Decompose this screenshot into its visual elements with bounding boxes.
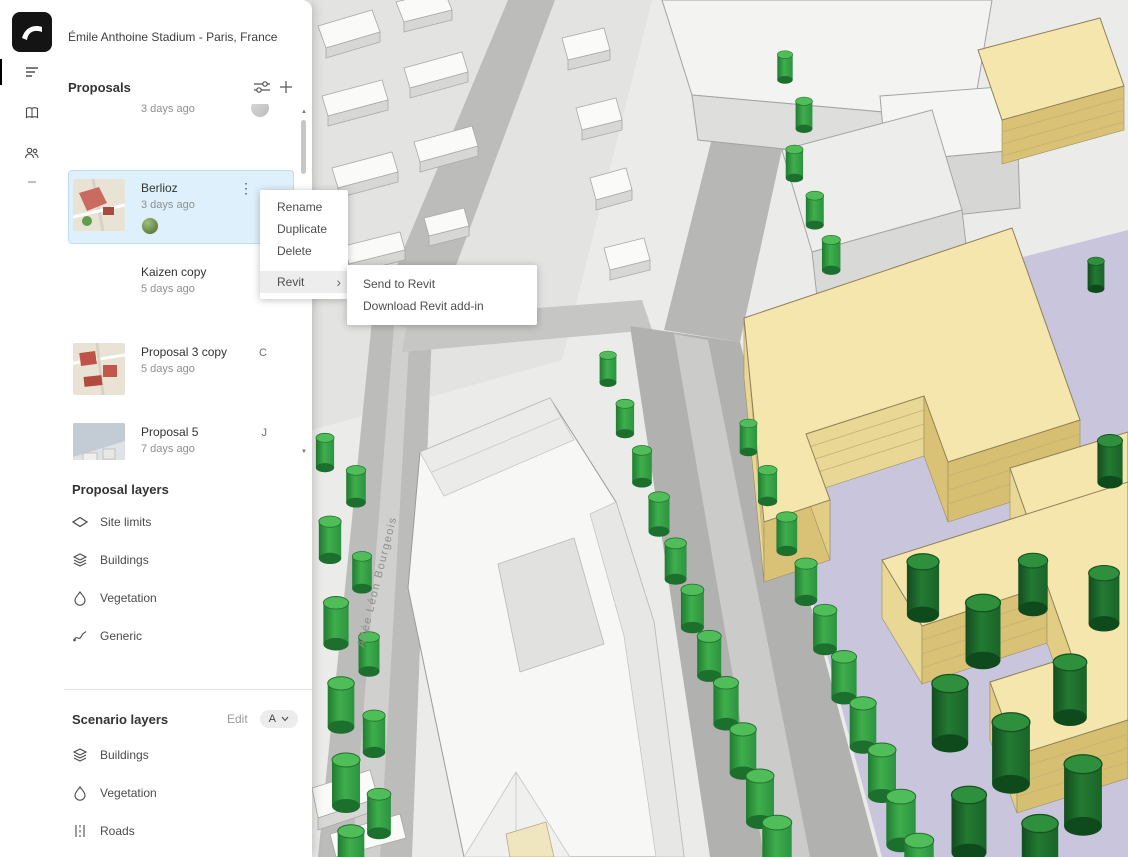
rail-item-proposals[interactable]: [0, 52, 64, 92]
scenario-selector-value: A: [269, 713, 276, 725]
forma-logo[interactable]: [12, 12, 52, 52]
chevron-down-icon: [281, 716, 289, 722]
buildings-icon: [72, 747, 88, 763]
scenario-layer-vegetation[interactable]: Vegetation: [64, 774, 312, 812]
scenario-selector[interactable]: A: [260, 710, 298, 728]
proposal-thumbnail: [73, 423, 125, 460]
context-menu: Rename Duplicate Delete Revit ›: [260, 190, 348, 299]
menu-item-rename[interactable]: Rename: [260, 196, 348, 218]
layer-label: Vegetation: [100, 591, 157, 605]
proposal-time: 7 days ago: [141, 443, 198, 455]
proposal-layers-list: Site limits Buildings Vegetation Generic: [64, 503, 312, 655]
proposal-item[interactable]: 3 days ago: [68, 104, 294, 160]
add-proposal-button[interactable]: [274, 76, 298, 98]
city-scene: Allée Léon Bourgeois: [312, 0, 1128, 857]
layer-label: Buildings: [100, 748, 149, 762]
buildings-icon: [72, 552, 88, 568]
layer-label: Site limits: [100, 515, 151, 529]
scenario-layer-buildings[interactable]: Buildings: [64, 736, 312, 774]
rail-item-library[interactable]: [0, 93, 64, 133]
avatar: [251, 104, 269, 117]
proposal-thumbnail: [73, 179, 125, 231]
menu-item-delete[interactable]: Delete: [260, 240, 348, 262]
collaborator-badge: J: [262, 427, 268, 439]
proposal-time: 5 days ago: [141, 283, 206, 295]
proposal-info: Proposal 3 copy 5 days ago: [141, 343, 227, 395]
scenario-layers-header: Scenario layers Edit A: [64, 710, 298, 728]
left-panel: Émile Anthoine Stadium - Paris, France P…: [0, 0, 312, 857]
scenario-layers-title: Scenario layers: [72, 712, 227, 727]
generic-icon: [72, 628, 88, 644]
layer-buildings[interactable]: Buildings: [64, 541, 312, 579]
layer-label: Vegetation: [100, 786, 157, 800]
scenario-layer-roads[interactable]: Roads: [64, 812, 312, 850]
vegetation-icon: [72, 590, 88, 606]
layer-label: Generic: [100, 629, 142, 643]
layer-generic[interactable]: Generic: [64, 617, 312, 655]
proposal-time: 3 days ago: [141, 104, 195, 115]
proposals-header: Proposals: [68, 76, 298, 98]
revit-submenu: Send to Revit Download Revit add-in: [347, 265, 537, 325]
layer-label: Roads: [100, 824, 135, 838]
project-title: Émile Anthoine Stadium - Paris, France: [64, 0, 312, 44]
proposal-name: Kaizen copy: [141, 265, 206, 279]
proposal-name: Proposal 3 copy: [141, 345, 227, 359]
proposal-thumbnail: [73, 343, 125, 395]
roads-icon: [72, 823, 88, 839]
proposal-layers-title: Proposal layers: [72, 482, 312, 497]
avatar: [141, 217, 159, 235]
menu-item-revit[interactable]: Revit ›: [260, 271, 348, 293]
proposal-item-proposal-5[interactable]: Proposal 5 7 days ago J: [68, 414, 294, 460]
proposal-item-proposal-3-copy[interactable]: Proposal 3 copy 5 days ago C: [68, 334, 294, 404]
filter-icon[interactable]: [250, 76, 274, 98]
chevron-right-icon: ›: [336, 271, 341, 293]
proposals-panel: Émile Anthoine Stadium - Paris, France P…: [64, 0, 312, 857]
proposal-time: 3 days ago: [141, 199, 195, 211]
proposal-thumbnail: [73, 104, 125, 151]
proposal-info: Proposal 5 7 days ago: [141, 423, 198, 460]
collaborator-badge: C: [259, 347, 267, 359]
more-options-icon[interactable]: ⋮: [239, 181, 253, 195]
proposals-title: Proposals: [68, 80, 250, 95]
vegetation-icon: [72, 785, 88, 801]
layer-site-limits[interactable]: Site limits: [64, 503, 312, 541]
scenario-layers-list: Buildings Vegetation Roads: [64, 736, 312, 850]
site-limits-icon: [72, 514, 88, 530]
menu-item-download-revit-addin[interactable]: Download Revit add-in: [347, 295, 537, 317]
proposal-info: 3 days ago: [141, 104, 195, 151]
scroll-down-icon[interactable]: ▼: [300, 448, 308, 456]
proposal-name: Berlioz: [141, 181, 195, 195]
rail-item-collaboration[interactable]: [0, 133, 64, 173]
nav-rail: [0, 0, 64, 857]
section-divider: [64, 689, 312, 690]
proposal-info: Berlioz 3 days ago: [141, 179, 195, 235]
proposal-time: 5 days ago: [141, 363, 227, 375]
proposal-info: Kaizen copy 5 days ago: [141, 263, 206, 315]
proposal-name: Proposal 5: [141, 425, 198, 439]
scroll-up-icon[interactable]: ▲: [300, 108, 308, 116]
scrollbar-thumb[interactable]: [301, 120, 306, 174]
proposal-thumbnail: [73, 263, 125, 315]
menu-item-revit-label: Revit: [277, 271, 304, 293]
layer-label: Buildings: [100, 553, 149, 567]
menu-item-send-to-revit[interactable]: Send to Revit: [347, 273, 537, 295]
menu-item-duplicate[interactable]: Duplicate: [260, 218, 348, 240]
edit-scenario-button[interactable]: Edit: [227, 712, 248, 726]
layer-vegetation[interactable]: Vegetation: [64, 579, 312, 617]
rail-item-more[interactable]: [0, 168, 64, 196]
